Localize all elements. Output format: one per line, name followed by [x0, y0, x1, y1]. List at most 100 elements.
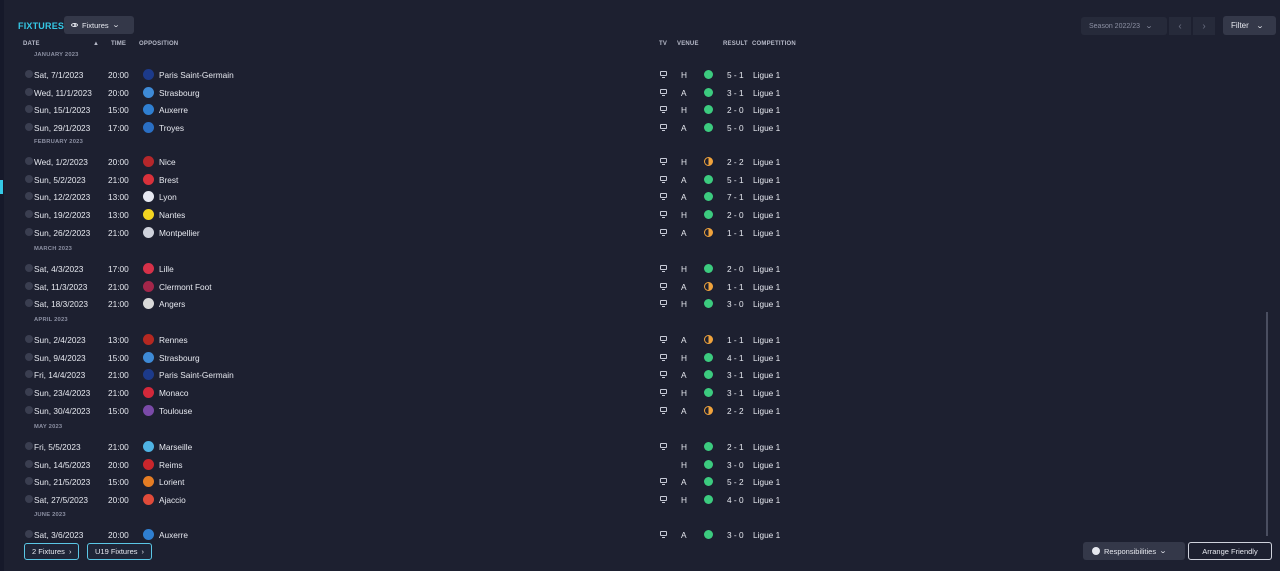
fixture-row[interactable]: Fri, 5/5/2023 21:00 Marseille H 2 - 1 Ligue 1 — [22, 438, 1262, 455]
fixture-row[interactable]: Sat, 4/3/2023 17:00 Lille H 2 - 0 Ligue 1 — [22, 260, 1262, 277]
opposition-link[interactable]: Monaco — [159, 388, 189, 398]
two-fixtures-button[interactable]: 2 Fixtures › — [24, 543, 80, 560]
fixture-result[interactable]: 2 - 0 — [727, 105, 744, 115]
fixture-row[interactable]: Sun, 14/5/2023 20:00 Reims H 3 - 0 Ligue 1 — [22, 456, 1262, 473]
opposition-link[interactable]: Troyes — [159, 123, 184, 133]
opposition-link[interactable]: Auxerre — [159, 105, 188, 115]
opposition-link[interactable]: Reims — [159, 460, 183, 470]
fixture-competition[interactable]: Ligue 1 — [753, 335, 780, 345]
opposition-link[interactable]: Nice — [159, 157, 176, 167]
fixture-competition[interactable]: Ligue 1 — [753, 105, 780, 115]
fixture-result[interactable]: 3 - 1 — [727, 370, 744, 380]
fixture-row[interactable]: Sun, 2/4/2023 13:00 Rennes A 1 - 1 Ligue 1 — [22, 331, 1262, 348]
fixture-row[interactable]: Sat, 18/3/2023 21:00 Angers H 3 - 0 Ligue 1 — [22, 295, 1262, 312]
fixture-result[interactable]: 5 - 1 — [727, 175, 744, 185]
opposition-link[interactable]: Paris Saint-Germain — [159, 70, 234, 80]
opposition-link[interactable]: Auxerre — [159, 530, 188, 540]
fixture-result[interactable]: 2 - 1 — [727, 442, 744, 452]
fixture-result[interactable]: 2 - 0 — [727, 210, 744, 220]
season-select[interactable]: Season 2022/23 ⌄ — [1081, 17, 1167, 35]
view-select-dropdown[interactable]: Fixtures ⌄ — [64, 16, 134, 34]
fixture-row[interactable]: Sun, 5/2/2023 21:00 Brest A 5 - 1 Ligue 1 — [22, 171, 1262, 188]
fixture-result[interactable]: 2 - 0 — [727, 264, 744, 274]
opposition-link[interactable]: Montpellier — [159, 228, 200, 238]
fixture-result[interactable]: 3 - 1 — [727, 88, 744, 98]
fixture-result[interactable]: 4 - 0 — [727, 495, 744, 505]
fixture-row[interactable]: Sun, 26/2/2023 21:00 Montpellier A 1 - 1 Ligu… — [22, 224, 1262, 241]
fixture-competition[interactable]: Ligue 1 — [753, 353, 780, 363]
fixture-competition[interactable]: Ligue 1 — [753, 157, 780, 167]
fixture-competition[interactable]: Ligue 1 — [753, 123, 780, 133]
fixture-result[interactable]: 1 - 1 — [727, 282, 744, 292]
fixture-competition[interactable]: Ligue 1 — [753, 477, 780, 487]
fixture-row[interactable]: Wed, 11/1/2023 20:00 Strasbourg A 3 - 1 Ligue… — [22, 84, 1262, 101]
fixture-competition[interactable]: Ligue 1 — [753, 70, 780, 80]
previous-season-button[interactable]: ‹ — [1169, 17, 1191, 35]
fixture-result[interactable]: 5 - 2 — [727, 477, 744, 487]
fixture-competition[interactable]: Ligue 1 — [753, 370, 780, 380]
fixture-result[interactable]: 3 - 0 — [727, 460, 744, 470]
fixture-competition[interactable]: Ligue 1 — [753, 88, 780, 98]
fixture-row[interactable]: Sat, 3/6/2023 20:00 Auxerre A 3 - 0 Ligue 1 — [22, 526, 1262, 543]
opposition-link[interactable]: Rennes — [159, 335, 188, 345]
fixture-competition[interactable]: Ligue 1 — [753, 299, 780, 309]
arrange-friendly-button[interactable]: Arrange Friendly — [1188, 542, 1272, 560]
fixture-competition[interactable]: Ligue 1 — [753, 192, 780, 202]
fixture-row[interactable]: Sun, 19/2/2023 13:00 Nantes H 2 - 0 Ligue 1 — [22, 206, 1262, 223]
fixture-row[interactable]: Sat, 27/5/2023 20:00 Ajaccio H 4 - 0 Ligue 1 — [22, 491, 1262, 508]
opposition-link[interactable]: Paris Saint-Germain — [159, 370, 234, 380]
fixture-competition[interactable]: Ligue 1 — [753, 210, 780, 220]
fixture-result[interactable]: 3 - 1 — [727, 388, 744, 398]
responsibilities-button[interactable]: Responsibilities ⌄ — [1083, 542, 1185, 560]
scrollbar[interactable] — [1266, 312, 1268, 536]
column-time[interactable]: TIME — [111, 41, 126, 51]
fixture-competition[interactable]: Ligue 1 — [753, 406, 780, 416]
opposition-link[interactable]: Lorient — [159, 477, 184, 487]
fixture-competition[interactable]: Ligue 1 — [753, 388, 780, 398]
column-opposition[interactable]: OPPOSITION — [139, 41, 178, 51]
fixture-competition[interactable]: Ligue 1 — [753, 460, 780, 470]
fixture-result[interactable]: 4 - 1 — [727, 353, 744, 363]
fixture-row[interactable]: Wed, 1/2/2023 20:00 Nice H 2 - 2 Ligue 1 — [22, 153, 1262, 170]
fixture-row[interactable]: Sun, 15/1/2023 15:00 Auxerre H 2 - 0 Ligue 1 — [22, 101, 1262, 118]
opposition-link[interactable]: Lyon — [159, 192, 177, 202]
fixture-row[interactable]: Sun, 21/5/2023 15:00 Lorient A 5 - 2 Ligue 1 — [22, 473, 1262, 490]
fixture-row[interactable]: Sat, 7/1/2023 20:00 Paris Saint-Germain H 5 … — [22, 66, 1262, 83]
column-date[interactable]: DATE — [23, 41, 40, 51]
fixture-row[interactable]: Sun, 30/4/2023 15:00 Toulouse A 2 - 2 Ligue 1 — [22, 402, 1262, 419]
column-result[interactable]: RESULT — [723, 41, 748, 51]
fixture-competition[interactable]: Ligue 1 — [753, 282, 780, 292]
opposition-link[interactable]: Strasbourg — [159, 88, 200, 98]
opposition-link[interactable]: Nantes — [159, 210, 185, 220]
next-season-button[interactable]: › — [1193, 17, 1215, 35]
fixture-competition[interactable]: Ligue 1 — [753, 495, 780, 505]
opposition-link[interactable]: Angers — [159, 299, 185, 309]
fixture-result[interactable]: 7 - 1 — [727, 192, 744, 202]
fixture-result[interactable]: 5 - 1 — [727, 70, 744, 80]
opposition-link[interactable]: Marseille — [159, 442, 192, 452]
fixture-result[interactable]: 1 - 1 — [727, 335, 744, 345]
fixture-competition[interactable]: Ligue 1 — [753, 442, 780, 452]
fixture-result[interactable]: 1 - 1 — [727, 228, 744, 238]
opposition-link[interactable]: Toulouse — [159, 406, 192, 416]
fixture-row[interactable]: Sun, 23/4/2023 21:00 Monaco H 3 - 1 Ligue 1 — [22, 384, 1262, 401]
filter-button[interactable]: Filter ⌄ — [1223, 16, 1276, 35]
column-tv[interactable]: TV — [659, 41, 667, 51]
fixture-row[interactable]: Sun, 29/1/2023 17:00 Troyes A 5 - 0 Ligue 1 — [22, 119, 1262, 136]
fixture-competition[interactable]: Ligue 1 — [753, 175, 780, 185]
fixture-competition[interactable]: Ligue 1 — [753, 228, 780, 238]
fixture-row[interactable]: Sun, 9/4/2023 15:00 Strasbourg H 4 - 1 Ligue … — [22, 349, 1262, 366]
fixture-result[interactable]: 3 - 0 — [727, 299, 744, 309]
fixture-result[interactable]: 2 - 2 — [727, 157, 744, 167]
fixture-result[interactable]: 2 - 2 — [727, 406, 744, 416]
fixture-result[interactable]: 3 - 0 — [727, 530, 744, 540]
opposition-link[interactable]: Strasbourg — [159, 353, 200, 363]
fixture-result[interactable]: 5 - 0 — [727, 123, 744, 133]
fixture-competition[interactable]: Ligue 1 — [753, 530, 780, 540]
fixture-competition[interactable]: Ligue 1 — [753, 264, 780, 274]
opposition-link[interactable]: Clermont Foot — [159, 282, 212, 292]
opposition-link[interactable]: Lille — [159, 264, 174, 274]
opposition-link[interactable]: Ajaccio — [159, 495, 186, 505]
column-venue[interactable]: VENUE — [677, 41, 699, 51]
opposition-link[interactable]: Brest — [159, 175, 178, 185]
